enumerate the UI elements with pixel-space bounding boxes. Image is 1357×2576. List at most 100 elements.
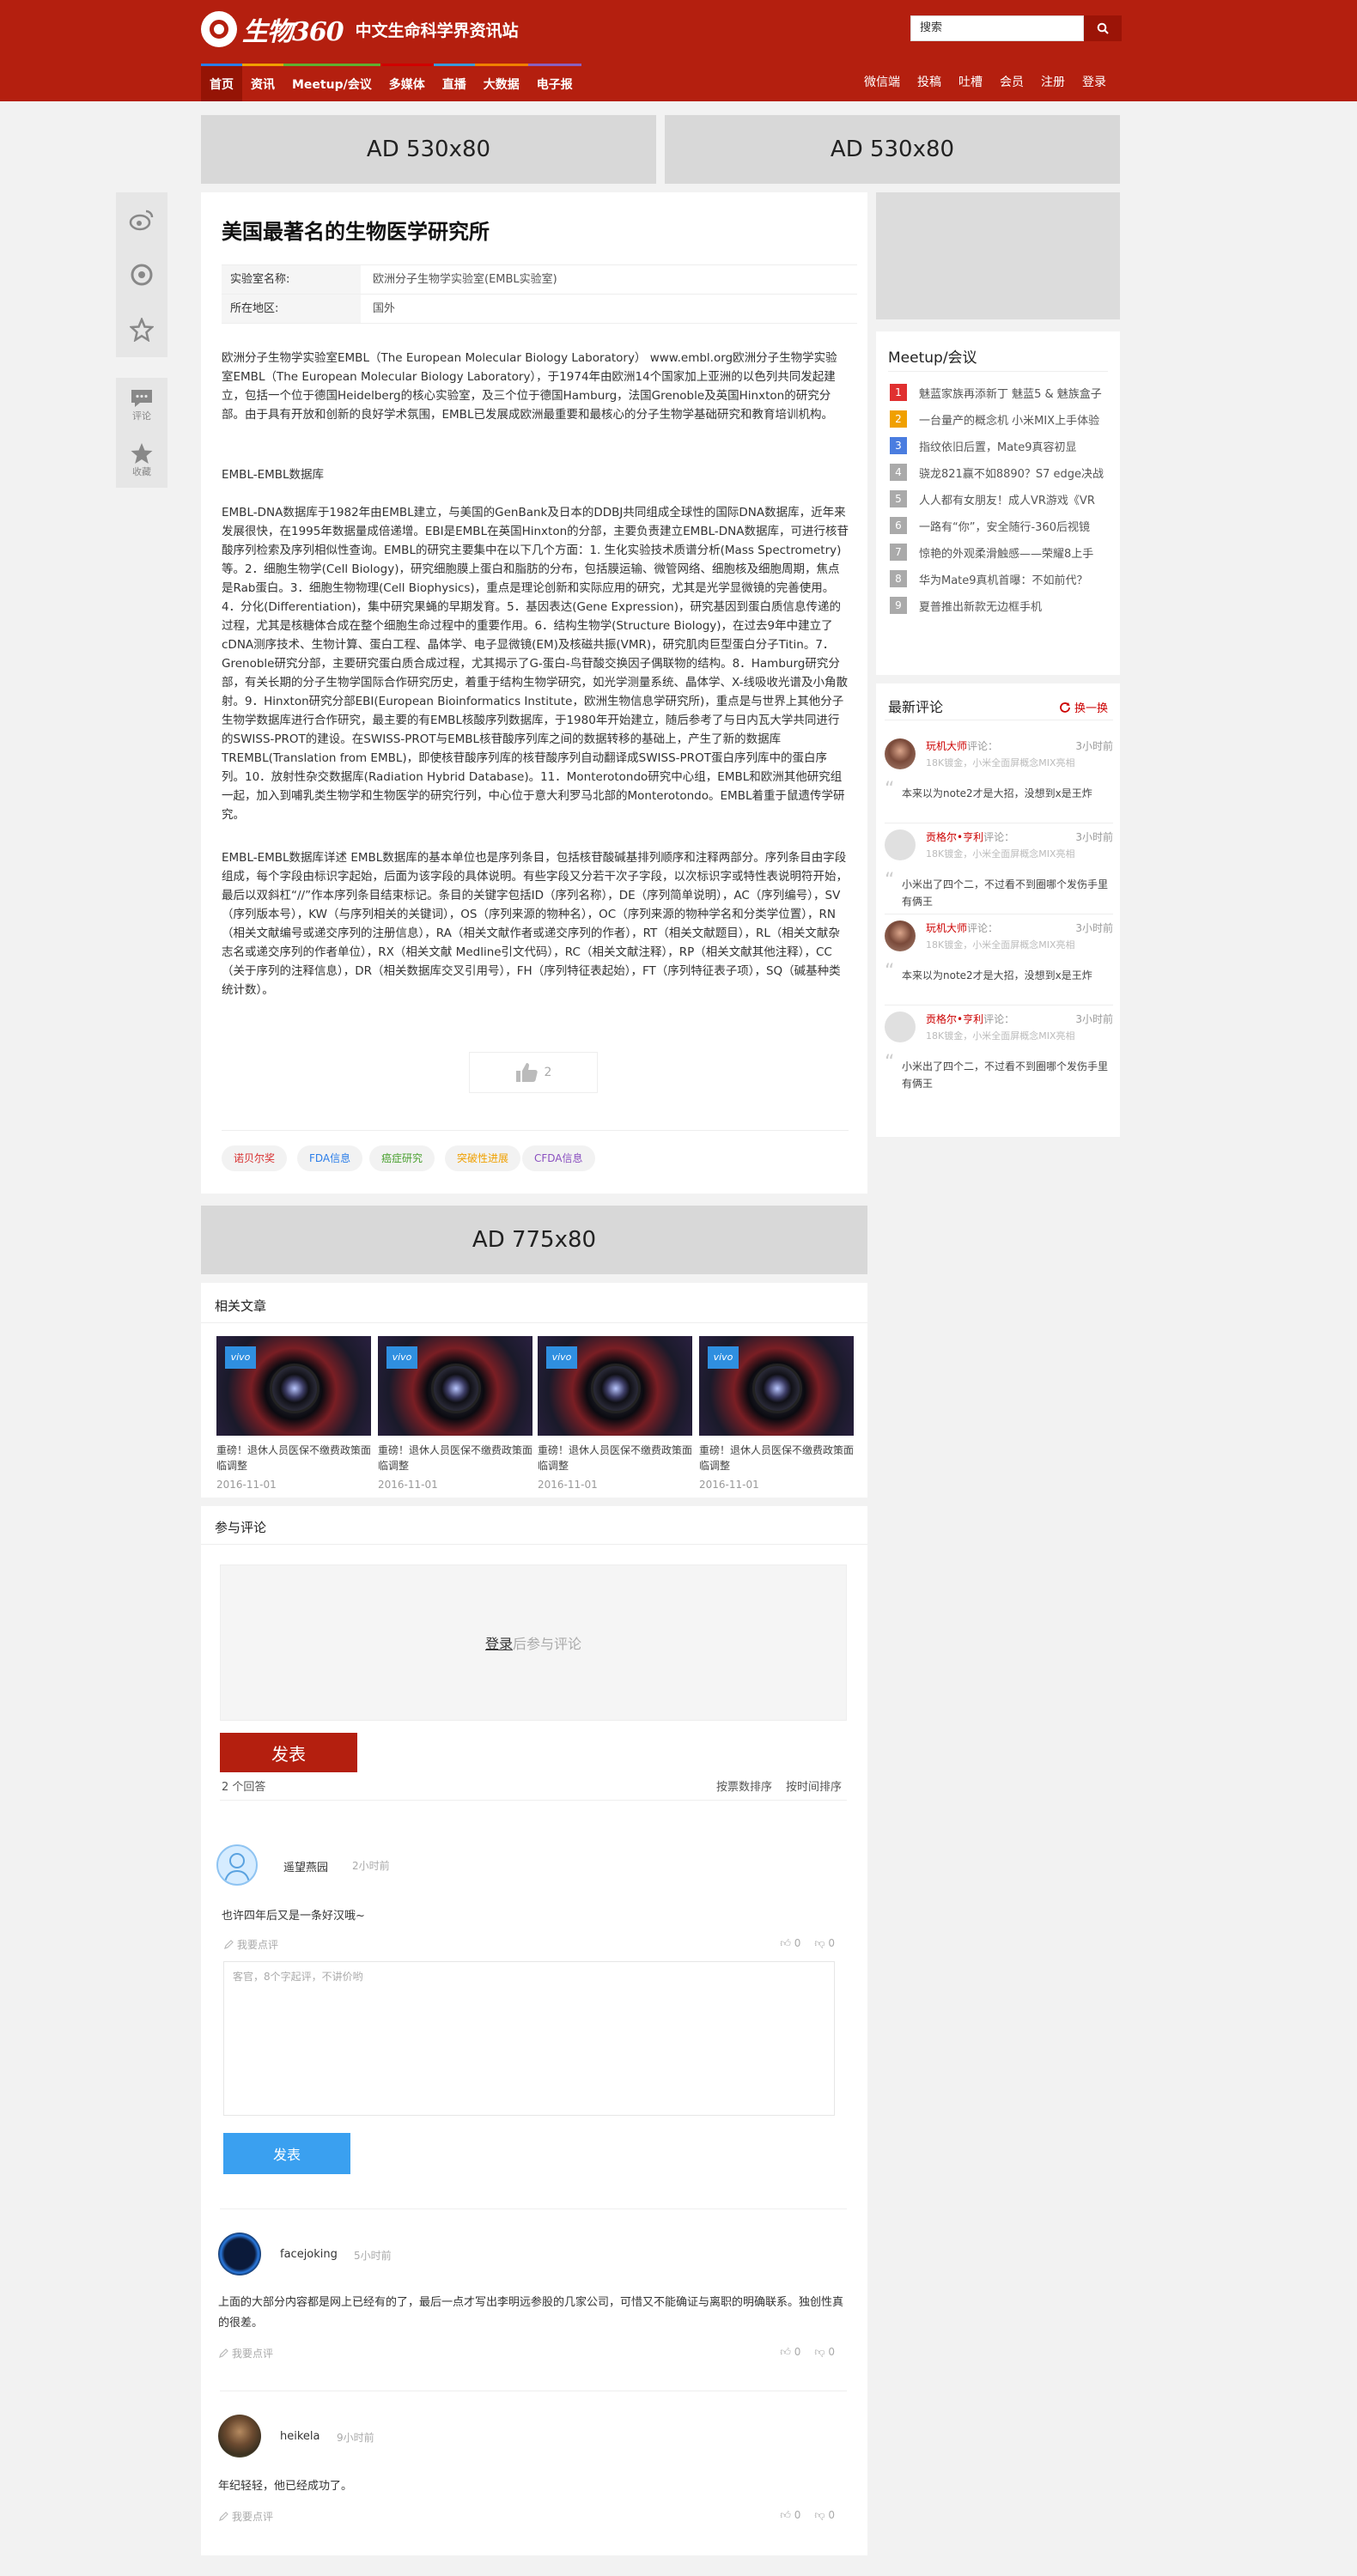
reply-link[interactable]: 我要点评 [218,2509,273,2524]
sort-by-votes[interactable]: 按票数排序 [716,1777,772,1794]
related-article-image[interactable]: vivo [378,1336,532,1436]
related-article-image[interactable]: vivo [216,1336,371,1436]
hot-item[interactable]: 3 指纹依旧后置，Mate9真容初显 [890,436,1113,455]
nav-item[interactable]: 资讯 [242,64,283,101]
commented-article[interactable]: 18K镀金，小米全面屏概念MIX亮相 [926,847,1074,860]
latest-comment[interactable]: 玩机大师评论： 3小时前18K镀金，小米全面屏概念MIX亮相本来以为note2才是… [885,920,1113,1005]
downvote-button[interactable]: 👎︎ 0 [814,1937,835,1950]
sort-by-time[interactable]: 按时间排序 [786,1777,842,1794]
commenter-name[interactable]: 玩机大师 [926,740,967,752]
nav-item[interactable]: 电子报 [527,64,581,101]
nav-item[interactable]: 多媒体 [380,64,434,101]
related-article-title[interactable]: 重磅！退休人员医保不缴费政策面临调整 [378,1443,532,1473]
commented-article[interactable]: 18K镀金，小米全面屏概念MIX亮相 [926,1029,1074,1042]
hot-item[interactable]: 6 一路有“你”，安全随行-360后视镜 [890,516,1113,535]
related-article-title[interactable]: 重磅！退休人员医保不缴费政策面临调整 [699,1443,854,1473]
search-input[interactable]: 搜索 [910,15,1084,41]
moments-share-button[interactable] [116,247,167,302]
upvote-button[interactable]: 👍︎ 0 [780,1937,800,1950]
weibo-share-button[interactable] [116,192,167,247]
hot-item[interactable]: 4 骁龙821赢不如8890？S7 edge决战 [890,463,1113,482]
user-nav-item[interactable]: 微信端 [855,64,909,101]
user-nav-item[interactable]: 投稿 [909,64,950,101]
comment-user[interactable]: 遥望燕园 [283,1858,328,1874]
related-article-title[interactable]: 重磅！退休人员医保不缴费政策面临调整 [538,1443,692,1473]
related-article-card[interactable]: vivo 重磅！退休人员医保不缴费政策面临调整 2016-11-01 [538,1336,692,1491]
commented-article[interactable]: 18K镀金，小米全面屏概念MIX亮相 [926,756,1074,769]
nav-item[interactable]: Meetup/会议 [283,64,380,101]
commenter-name[interactable]: 贡格尔•亨利 [926,1013,983,1025]
user-avatar[interactable] [218,2415,261,2458]
ad-banner-right[interactable]: AD 530x80 [665,115,1120,184]
ad-banner-left[interactable]: AD 530x80 [201,115,656,184]
nav-item[interactable]: 直播 [433,64,475,101]
hot-item[interactable]: 1 魅蓝家族再添新丁 魅蓝5 & 魅族盒子 [890,383,1113,402]
user-nav-item[interactable]: 会员 [991,64,1032,101]
post-button[interactable]: 发表 [220,1733,357,1772]
hot-item[interactable]: 9 夏普推出新款无边框手机 [890,596,1113,615]
user-avatar[interactable] [218,2233,261,2275]
upvote-button[interactable]: 👍︎ 0 [780,2346,800,2359]
nav-item[interactable]: 首页 [201,64,242,101]
commenter-name[interactable]: 玩机大师 [926,922,967,934]
like-button[interactable]: 2 [469,1052,598,1093]
upvote-count: 0 [794,1937,801,1949]
reply-link[interactable]: 我要点评 [223,1937,278,1952]
commenter-line: 贡格尔•亨利评论： [926,1012,1014,1026]
user-avatar[interactable] [216,1844,258,1886]
favorite-float-button[interactable]: 收藏 [116,433,167,488]
reply-submit-button[interactable]: 发表 [223,2133,350,2174]
search-button[interactable] [1084,15,1122,41]
commented-article[interactable]: 18K镀金，小米全面屏概念MIX亮相 [926,938,1074,951]
refresh-button[interactable]: 换一换 [1059,699,1108,715]
comment-user[interactable]: facejoking [280,2248,338,2261]
commenter-avatar[interactable] [885,738,916,769]
article-paragraph: 欧洲分子生物学实验室EMBL（The European Molecular Bi… [222,351,837,422]
related-article-image[interactable]: vivo [538,1336,692,1436]
related-article-title[interactable]: 重磅！退休人员医保不缴费政策面临调整 [216,1443,371,1473]
related-article-image[interactable]: vivo [699,1336,854,1436]
related-article-card[interactable]: vivo 重磅！退休人员医保不缴费政策面临调整 2016-11-01 [378,1336,532,1491]
reply-textarea[interactable]: 客官，8个字起评，不讲价哟 [223,1961,835,2116]
commenter-avatar[interactable] [885,920,916,951]
upvote-button[interactable]: 👍︎ 0 [780,2509,800,2522]
divider [222,1130,849,1131]
refresh-icon [1060,702,1070,713]
downvote-button[interactable]: 👎︎ 0 [814,2509,835,2522]
ad-banner-bottom[interactable]: AD 775x80 [201,1206,867,1274]
comment-user[interactable]: heikela [280,2430,320,2443]
user-nav-item[interactable]: 注册 [1032,64,1074,101]
user-nav-item[interactable]: 吐槽 [950,64,991,101]
avatar-icon [224,1853,250,1883]
commenter-avatar[interactable] [885,1012,916,1042]
tag-chip[interactable]: 癌症研究 [369,1145,435,1171]
qzone-share-button[interactable] [116,302,167,357]
hot-item[interactable]: 5 人人都有女朋友！成人VR游戏《VR [890,489,1113,508]
logo-brand: 生物360 [242,17,344,47]
comment-float-button[interactable]: 评论 [116,378,167,433]
sidebar-ad[interactable] [876,192,1120,319]
related-article-card[interactable]: vivo 重磅！退休人员医保不缴费政策面临调整 2016-11-01 [699,1336,854,1491]
hot-item[interactable]: 7 惊艳的外观柔滑触感——荣耀8上手 [890,543,1113,562]
user-nav-item[interactable]: 登录 [1074,64,1115,101]
latest-comment[interactable]: 贡格尔•亨利评论： 3小时前18K镀金，小米全面屏概念MIX亮相小米出了四个二，不… [885,1012,1113,1094]
login-link[interactable]: 登录 [485,1632,513,1653]
tag-chip[interactable]: CFDA信息 [522,1145,595,1171]
discussion-title: 参与评论 [215,1520,267,1535]
commenter-name[interactable]: 贡格尔•亨利 [926,831,983,843]
commenter-avatar[interactable] [885,829,916,860]
hot-item[interactable]: 2 一台量产的概念机 小米MIX上手体验 [890,410,1113,428]
nav-item[interactable]: 大数据 [474,64,528,101]
reply-link[interactable]: 我要点评 [218,2346,273,2360]
latest-comment[interactable]: 贡格尔•亨利评论： 3小时前18K镀金，小米全面屏概念MIX亮相小米出了四个二，不… [885,829,1113,914]
hot-item[interactable]: 8 华为Mate9真机首曝：不如前代？ [890,569,1113,588]
reply-label: 我要点评 [232,2511,274,2523]
tag-chip[interactable]: FDA信息 [297,1145,363,1171]
site-logo[interactable]: 生物360 中文生命科学界资讯站 [201,11,519,47]
tag-chip[interactable]: 诺贝尔奖 [222,1145,288,1171]
related-article-card[interactable]: vivo 重磅！退休人员医保不缴费政策面临调整 2016-11-01 [216,1336,371,1491]
tag-chip[interactable]: 突破性进展 [445,1145,521,1171]
article-paragraph: EMBL-DNA数据库于1982年由EMBL建立，与美国的GenBank及日本的… [222,506,849,822]
latest-comment[interactable]: 玩机大师评论： 3小时前18K镀金，小米全面屏概念MIX亮相本来以为note2才是… [885,738,1113,823]
downvote-button[interactable]: 👎︎ 0 [814,2346,835,2359]
